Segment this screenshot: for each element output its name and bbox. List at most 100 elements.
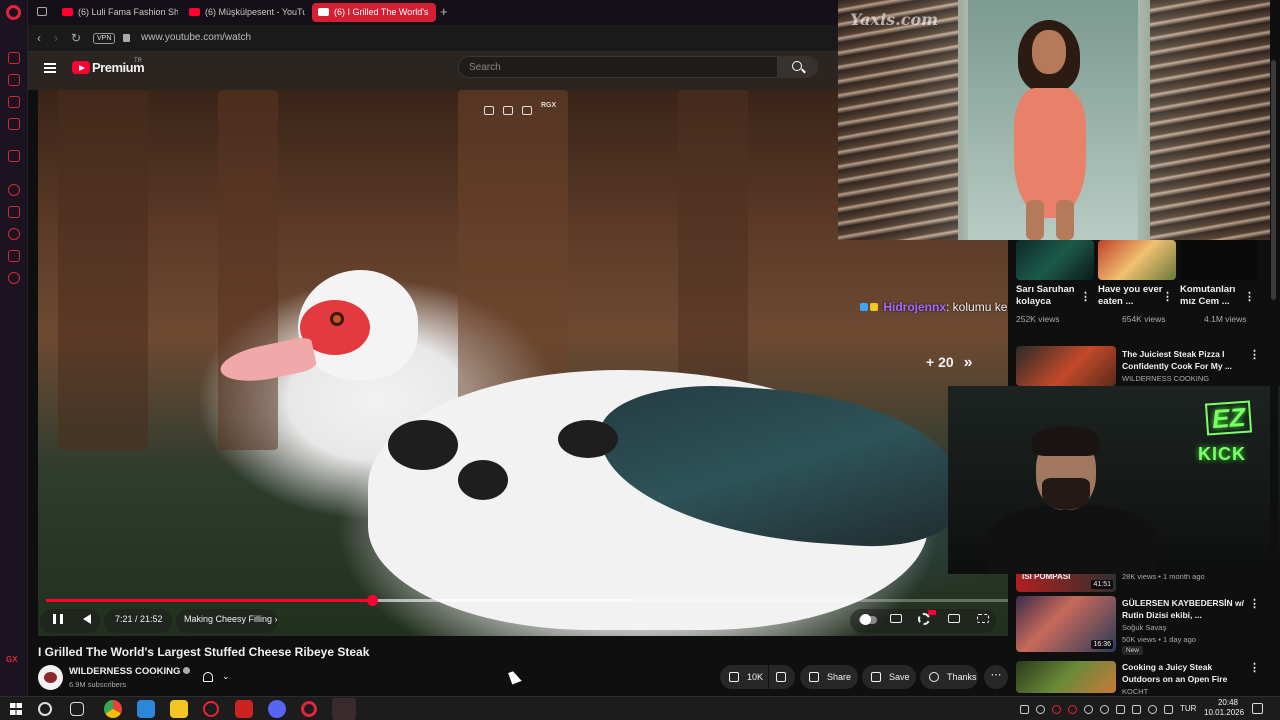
notification-icon[interactable] <box>1252 703 1263 714</box>
discord-icon[interactable] <box>268 700 286 718</box>
url-field[interactable]: www.youtube.com/watch <box>141 32 251 43</box>
opera-gx-active-icon[interactable] <box>332 698 356 720</box>
bookmark-icon[interactable] <box>8 206 20 218</box>
save-button[interactable]: Save <box>862 665 916 689</box>
scrollbar-thumb[interactable] <box>1271 60 1276 300</box>
pause-icon[interactable] <box>53 614 63 624</box>
tray-shield-icon[interactable] <box>1100 705 1109 714</box>
volume-tray-icon[interactable] <box>1164 705 1173 714</box>
back-icon[interactable]: ‹ <box>37 31 41 45</box>
extensions-icon[interactable] <box>8 250 20 262</box>
youtube-logo-icon[interactable] <box>72 61 90 74</box>
rec-thumbnail[interactable] <box>1016 661 1116 693</box>
rec-thumbnail[interactable] <box>1016 346 1116 386</box>
search-input[interactable]: Search <box>458 56 778 78</box>
workspace-icon[interactable] <box>37 7 47 16</box>
thanks-button[interactable]: Thanks <box>920 665 978 689</box>
messenger-icon[interactable] <box>8 96 20 108</box>
short-thumbnail[interactable] <box>1098 240 1176 280</box>
short-title[interactable]: Komutanları mız Cem ... <box>1180 284 1250 308</box>
task-view-icon[interactable] <box>70 702 84 716</box>
rec-menu-icon[interactable]: ⋮ <box>1249 348 1260 361</box>
autoplay-toggle[interactable] <box>859 614 877 625</box>
tray-opera-icon[interactable] <box>1052 705 1061 714</box>
display-icon[interactable] <box>1132 705 1141 714</box>
tab-fashion[interactable]: (6) Luli Fama Fashion Show <box>56 3 178 22</box>
rec-title[interactable]: Cooking a Juicy Steak Outdoors on an Ope… <box>1122 661 1250 685</box>
channel-avatar[interactable] <box>38 665 63 690</box>
reload-icon[interactable]: ↻ <box>71 31 81 45</box>
notification-bell-icon[interactable] <box>203 672 213 682</box>
rgx-badge[interactable]: RGX <box>541 102 556 109</box>
network-icon[interactable] <box>1148 705 1157 714</box>
tab-grilled-active[interactable]: (6) I Grilled The World's <box>312 3 436 22</box>
rec-channel[interactable]: WILDERNESS COOKING <box>1122 374 1209 383</box>
tray-discord-icon[interactable] <box>1036 705 1045 714</box>
hd-badge <box>928 610 936 615</box>
short-title[interactable]: Have you ever eaten ... <box>1098 284 1168 308</box>
youtube-masthead: Premium TR Search <box>28 52 840 90</box>
rec-menu-icon[interactable]: ⋮ <box>1249 661 1260 674</box>
twitch-icon[interactable] <box>8 150 20 162</box>
channel-name-row[interactable]: WILDERNESS COOKING <box>69 666 191 677</box>
opera-logo-icon[interactable] <box>6 5 21 20</box>
new-tab-button[interactable]: + <box>440 4 448 19</box>
edge-icon[interactable] <box>137 700 155 718</box>
short-menu-icon[interactable]: ⋮ <box>1080 290 1091 303</box>
chapter-title[interactable]: Making Cheesy Filling › <box>184 614 278 624</box>
chevron-down-icon[interactable]: ⌄ <box>222 671 230 682</box>
progress-bar[interactable] <box>46 595 1008 606</box>
opera-icon[interactable] <box>301 701 317 717</box>
rec-channel[interactable]: KOCHT <box>1122 687 1148 696</box>
scrubber-handle[interactable] <box>367 595 379 606</box>
popout-icon[interactable] <box>484 106 494 115</box>
rec-thumbnail[interactable]: 16:36 <box>1016 596 1116 652</box>
speed-dial-icon[interactable] <box>8 52 20 64</box>
bag-icon[interactable] <box>8 74 20 86</box>
rec-title[interactable]: GÜLERSEN KAYBEDERSİN w/ Rutin Dizisi eki… <box>1122 597 1250 621</box>
microphone-icon[interactable] <box>1116 705 1125 714</box>
tray-app-icon[interactable] <box>1068 705 1077 714</box>
tray-steam-icon[interactable] <box>1084 705 1093 714</box>
video-editor-icon[interactable] <box>235 700 253 718</box>
share-button[interactable]: Share <box>800 665 858 689</box>
short-thumbnail[interactable] <box>1180 240 1258 280</box>
settings-icon[interactable] <box>8 272 20 284</box>
short-menu-icon[interactable]: ⋮ <box>1162 290 1173 303</box>
rec-menu-icon[interactable]: ⋮ <box>1249 597 1260 610</box>
fashion-video-popout[interactable]: Yaxis.com <box>838 0 1270 240</box>
menu-icon[interactable] <box>44 63 56 73</box>
snapshot-icon[interactable] <box>503 106 513 115</box>
rec-title[interactable]: The Juiciest Steak Pizza I Confidently C… <box>1122 348 1250 372</box>
short-title[interactable]: Sarı Saruhan kolayca <box>1016 284 1086 308</box>
dislike-button[interactable] <box>769 665 795 689</box>
lock-icon[interactable] <box>123 34 130 42</box>
history-icon[interactable] <box>8 228 20 240</box>
volume-icon[interactable] <box>83 614 91 624</box>
chrome-icon[interactable] <box>104 700 122 718</box>
file-explorer-icon[interactable] <box>170 700 188 718</box>
music-icon[interactable] <box>8 118 20 130</box>
subtitles-icon[interactable] <box>890 614 902 623</box>
obs-icon[interactable] <box>203 701 219 717</box>
next-icon[interactable] <box>522 106 532 115</box>
more-actions-button[interactable]: ⋯ <box>984 665 1008 689</box>
record-icon[interactable] <box>8 184 20 196</box>
video-title: I Grilled The World's Largest Stuffed Ch… <box>38 645 370 659</box>
windows-start-icon[interactable] <box>10 703 22 715</box>
tray-arrow-icon[interactable] <box>1020 705 1029 714</box>
language-indicator[interactable]: TUR <box>1180 704 1196 713</box>
search-taskbar-icon[interactable] <box>38 702 52 716</box>
vpn-badge[interactable]: VPN <box>93 33 116 44</box>
like-button[interactable]: 10K <box>720 665 768 689</box>
tab-muskulpesent[interactable]: (6) Müşkülpesent - YouTube <box>183 3 305 22</box>
clock[interactable]: 20:48 10.01.2026 <box>1204 698 1244 718</box>
channel-name[interactable]: WILDERNESS COOKING <box>69 666 180 677</box>
short-thumbnail[interactable] <box>1016 240 1094 280</box>
rec-channel[interactable]: Soğuk Savaş <box>1122 623 1166 632</box>
forward-icon[interactable]: › <box>54 31 58 45</box>
short-menu-icon[interactable]: ⋮ <box>1244 290 1255 303</box>
fullscreen-icon[interactable] <box>977 614 989 623</box>
search-button[interactable] <box>778 56 818 78</box>
miniplayer-icon[interactable] <box>948 614 960 623</box>
